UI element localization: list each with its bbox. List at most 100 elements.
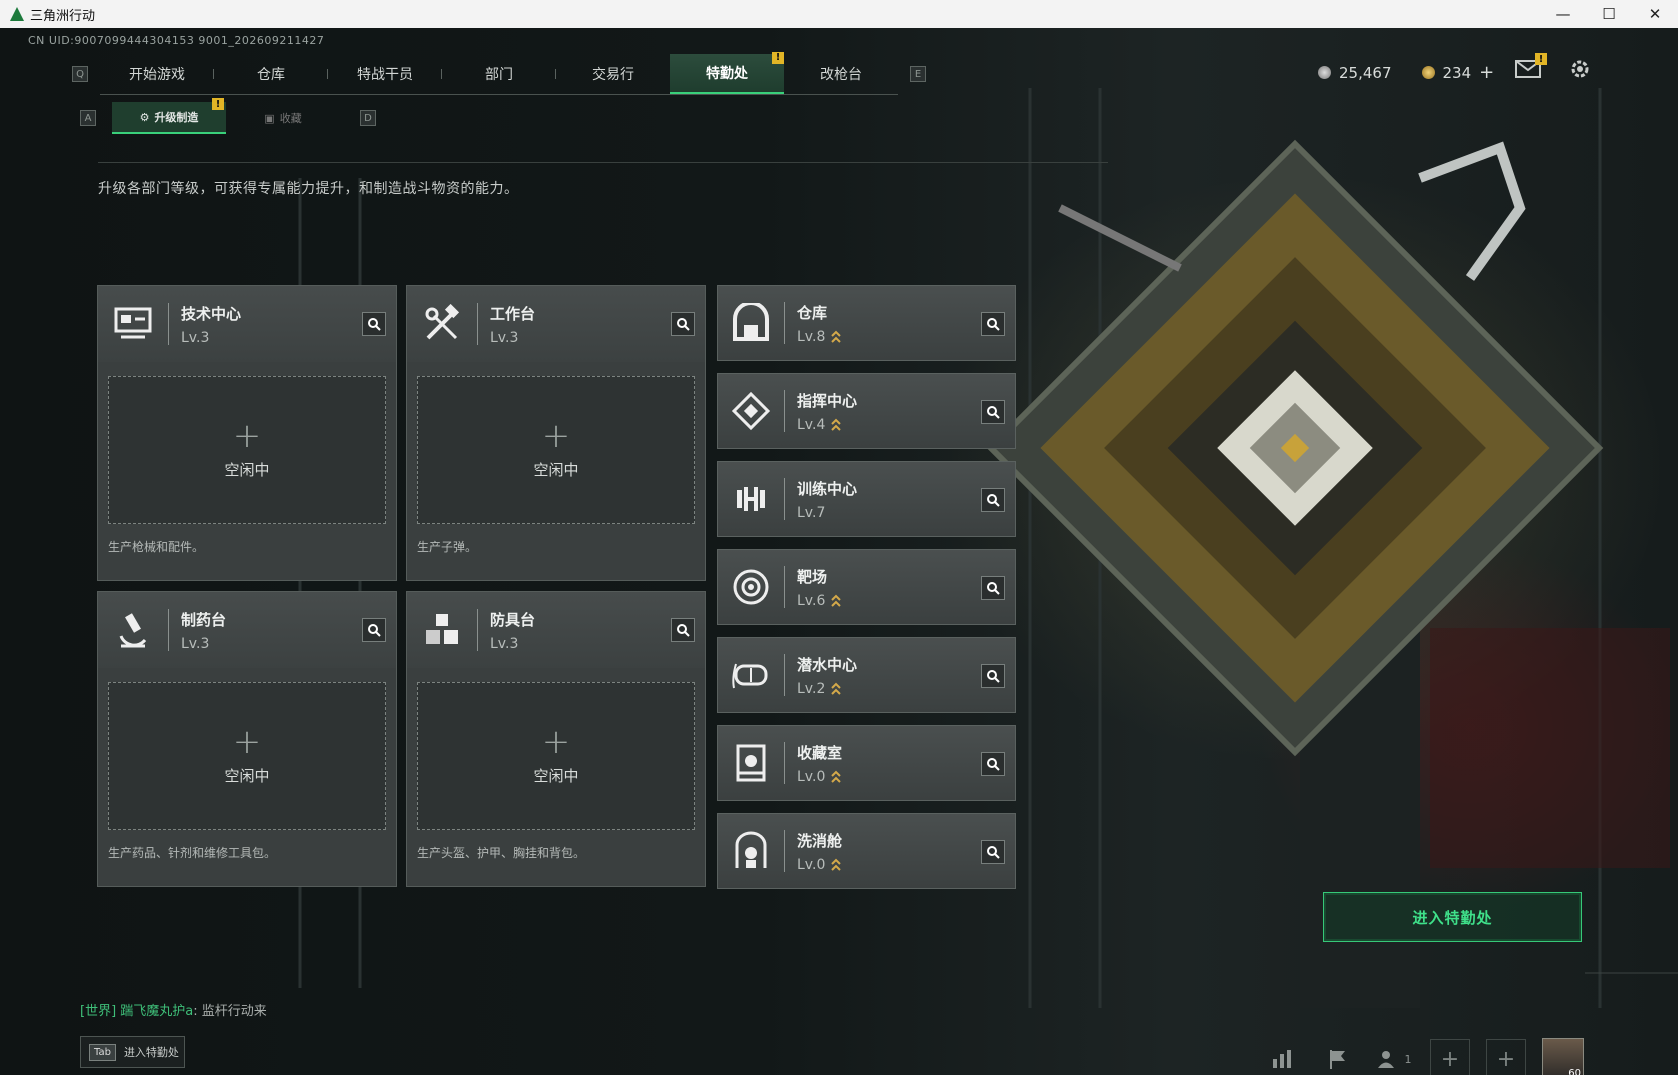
maximize-button[interactable]: ☐ [1586,0,1632,28]
facility-level: Lv.3 [490,329,519,346]
card-pharmacy[interactable]: 制药台 Lv.3 + 空闲中 生产药品、针剂和维修工具包。 [97,591,397,887]
tab-gunsmith[interactable]: 改枪台 [784,54,898,94]
upgrade-arrow-icon [831,858,842,871]
tab-start-game[interactable]: 开始游戏 [100,54,214,94]
alert-badge: ! [772,51,784,64]
player-uid: CN UID:9007099444304153 9001_20260921142… [28,34,325,47]
facility-name: 制药台 [181,610,227,629]
facility-level: Lv.8 [797,328,826,345]
header-icons: ! [1515,53,1591,84]
target-icon [718,549,784,625]
facility-name: 洗消舱 [797,831,843,850]
plus-icon: + [541,415,571,456]
subnav-left-key[interactable]: A [80,110,96,126]
invite-slot-button[interactable]: + [1486,1039,1526,1075]
tab-trade[interactable]: 交易行 [556,54,670,94]
sub-nav: A ⚙ 升级制造 ! ▣ 收藏 D [80,98,376,134]
subnav-right-key[interactable]: D [360,110,376,126]
upgrade-arrow-icon [831,770,842,783]
friends-count: 1 [1404,1052,1412,1066]
tab-special-ops[interactable]: 特勤处 ! [670,51,784,94]
search-icon[interactable] [671,312,695,336]
card-tech-center[interactable]: 技术中心 Lv.3 + 空闲中 生产枪械和配件。 [97,285,397,581]
facility-name: 训练中心 [797,479,858,498]
facility-name: 潜水中心 [797,655,858,674]
warehouse-icon [718,285,784,361]
upgrade-arrow-icon [831,682,842,695]
facility-shooting-range[interactable]: 靶场 Lv.6 [717,549,1016,625]
page-description: 升级各部门等级，可获得专属能力提升，和制造战斗物资的能力。 [98,181,519,197]
invite-slot-button[interactable]: + [1430,1039,1470,1075]
search-icon[interactable] [981,312,1005,336]
app-icon [10,7,24,21]
game-window: 三角洲行动 — ☐ ✕ CN UID:9007099444304153 9001… [0,0,1678,1075]
collection-icon: ▣ [264,111,275,125]
tab-hint-label: 进入特勤处 [123,1046,179,1059]
tab-operators[interactable]: 特战干员 [328,54,442,94]
tab-department[interactable]: 部门 [442,54,556,94]
card-workbench[interactable]: 工作台 Lv.3 + 空闲中 生产子弹。 [406,285,706,581]
plus-icon: + [232,415,262,456]
nav-right-key[interactable]: E [910,66,926,82]
facility-level: Lv.6 [797,592,826,609]
search-icon[interactable] [362,618,386,642]
facility-name: 工作台 [490,304,536,323]
enter-special-ops-button[interactable]: 进入特勤处 [1323,892,1582,942]
avatar-level: 60 [1568,1068,1581,1075]
window-title: 三角洲行动 [30,8,96,24]
hammer-wrench-icon [407,286,477,362]
production-slot[interactable]: + 空闲中 [417,682,695,830]
card-armor-bench[interactable]: 防具台 Lv.3 + 空闲中 生产头盔、护甲、胸挂和背包。 [406,591,706,887]
close-button[interactable]: ✕ [1632,0,1678,28]
facility-training-center[interactable]: 训练中心 Lv.7 [717,461,1016,537]
bottom-toolbar: 1 + + 60 [1262,1038,1584,1075]
facility-decon-chamber[interactable]: 洗消舱 Lv.0 [717,813,1016,889]
production-slot[interactable]: + 空闲中 [108,376,386,524]
slot-status: 空闲中 [224,460,270,479]
gold-amount: 234 [1442,63,1472,82]
production-slot[interactable]: + 空闲中 [108,682,386,830]
chat-user[interactable]: 踹飞魔丸护a [120,1004,193,1019]
stats-chart-icon[interactable] [1262,1041,1302,1075]
tab-key-hint[interactable]: Tab 进入特勤处 [80,1036,185,1068]
mail-alert-badge: ! [1535,53,1547,65]
subtab-collection[interactable]: ▣ 收藏 [226,102,340,134]
command-diamond-icon [718,373,784,449]
mail-icon[interactable]: ! [1515,53,1547,83]
nav-left-key[interactable]: Q [72,66,88,82]
card-description: 生产子弹。 [417,540,478,554]
upgrade-arrow-icon [831,418,842,431]
tab-warehouse[interactable]: 仓库 [214,54,328,94]
slot-status: 空闲中 [533,766,579,785]
search-icon[interactable] [981,400,1005,424]
add-currency-button[interactable]: + [1479,62,1494,83]
search-icon[interactable] [981,752,1005,776]
facility-collection-room[interactable]: 收藏室 Lv.0 [717,725,1016,801]
chat-channel: [世界] [80,1004,117,1019]
world-chat-line[interactable]: [世界] 踹飞魔丸护a: 监杆行动来 [80,1000,267,1019]
facility-level: Lv.3 [181,329,210,346]
facility-diving-center[interactable]: 潜水中心 Lv.2 [717,637,1016,713]
minimize-button[interactable]: — [1540,0,1586,28]
facility-command-center[interactable]: 指挥中心 Lv.4 [717,373,1016,449]
settings-gear-icon[interactable] [1569,58,1591,84]
search-icon[interactable] [981,840,1005,864]
facility-warehouse[interactable]: 仓库 Lv.8 [717,285,1016,361]
facility-name: 仓库 [797,303,828,322]
subtab-alert-badge: ! [212,98,224,110]
window-titlebar: 三角洲行动 — ☐ ✕ [0,0,1678,28]
tab-key: Tab [89,1043,116,1061]
search-icon[interactable] [671,618,695,642]
search-icon[interactable] [981,576,1005,600]
flag-icon[interactable] [1318,1041,1358,1075]
production-slot[interactable]: + 空闲中 [417,376,695,524]
search-icon[interactable] [981,488,1005,512]
facility-level: Lv.7 [797,504,826,521]
search-icon[interactable] [981,664,1005,688]
subtab-upgrade-craft[interactable]: ⚙ 升级制造 ! [112,98,226,134]
avatar[interactable]: 60 [1542,1038,1584,1075]
facility-level: Lv.4 [797,416,826,433]
search-icon[interactable] [362,312,386,336]
friends-icon[interactable]: 1 [1374,1041,1414,1075]
upgrade-arrow-icon [831,330,842,343]
